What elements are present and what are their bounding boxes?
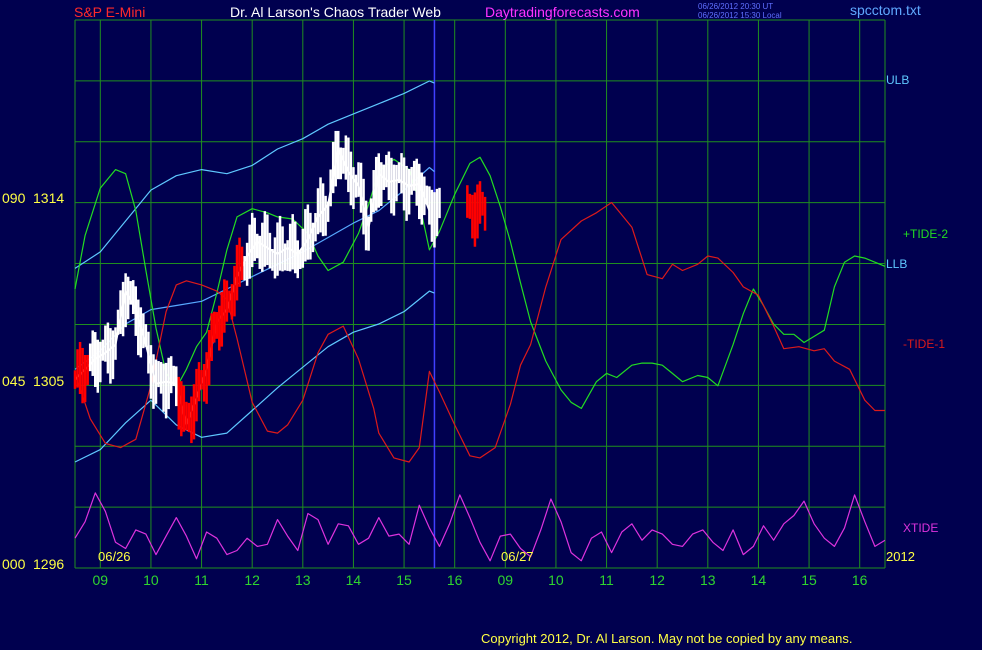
chart-title: Dr. Al Larson's Chaos Trader Web — [230, 4, 441, 20]
x-hour-label: 16 — [852, 572, 868, 588]
x-axis-labels: 09 10 11 12 13 14 15 16 09 10 11 12 13 14 15 16 — [93, 572, 868, 588]
x-hour-label: 11 — [599, 572, 614, 588]
x-hour-label: 09 — [93, 572, 109, 588]
series-xtide — [74, 492, 886, 562]
y-price-label: 1314 — [33, 190, 64, 206]
symbol-title: S&P E-Mini — [74, 4, 145, 20]
series-label-tide-1: -TIDE-1 — [903, 337, 945, 351]
y-price-label: 1296 — [33, 556, 64, 572]
series-tide-1 — [74, 201, 885, 463]
grid — [74, 19, 886, 569]
x-hour-label: 10 — [143, 572, 159, 588]
x-hour-label: 14 — [751, 572, 767, 588]
date-label-2: 06/27 — [501, 549, 534, 564]
year-label: 2012 — [886, 549, 915, 564]
timestamp-local: 06/26/2012 15:30 Local — [698, 11, 782, 20]
copyright: Copyright 2012, Dr. Al Larson. May not b… — [481, 631, 852, 646]
site-name: Daytradingforecasts.com — [485, 4, 640, 20]
chart-canvas: S&P E-Mini Dr. Al Larson's Chaos Trader … — [2, 2, 948, 646]
series-labels: ULB +TIDE-2 LLB -TIDE-1 XTIDE — [886, 73, 948, 535]
date-label-1: 06/26 — [98, 549, 131, 564]
x-hour-label: 15 — [801, 572, 817, 588]
timestamp-utc: 06/26/2012 20:30 UT — [698, 2, 773, 11]
series-label-llb: LLB — [886, 257, 907, 271]
data-file: spcctom.txt — [850, 2, 921, 18]
series-label-ulb: ULB — [886, 73, 909, 87]
y-price-label: 1305 — [33, 373, 64, 389]
x-hour-label: 16 — [447, 572, 463, 588]
x-hour-label: 10 — [548, 572, 564, 588]
y-counter-label: 000 — [2, 556, 26, 572]
x-hour-label: 13 — [700, 572, 716, 588]
x-hour-label: 13 — [295, 572, 311, 588]
y-axis-labels: 090 1314 045 1305 000 1296 — [2, 190, 64, 572]
series-label-xtide: XTIDE — [903, 521, 938, 535]
x-hour-label: 09 — [498, 572, 514, 588]
x-hour-label: 12 — [649, 572, 665, 588]
x-hour-label: 14 — [346, 572, 362, 588]
series-label-tide-2: +TIDE-2 — [903, 227, 948, 241]
x-hour-label: 11 — [194, 572, 209, 588]
plot-area — [73, 80, 886, 562]
y-counter-label: 045 — [2, 373, 26, 389]
x-hour-label: 12 — [244, 572, 260, 588]
x-hour-label: 15 — [396, 572, 412, 588]
y-counter-label: 090 — [2, 190, 26, 206]
